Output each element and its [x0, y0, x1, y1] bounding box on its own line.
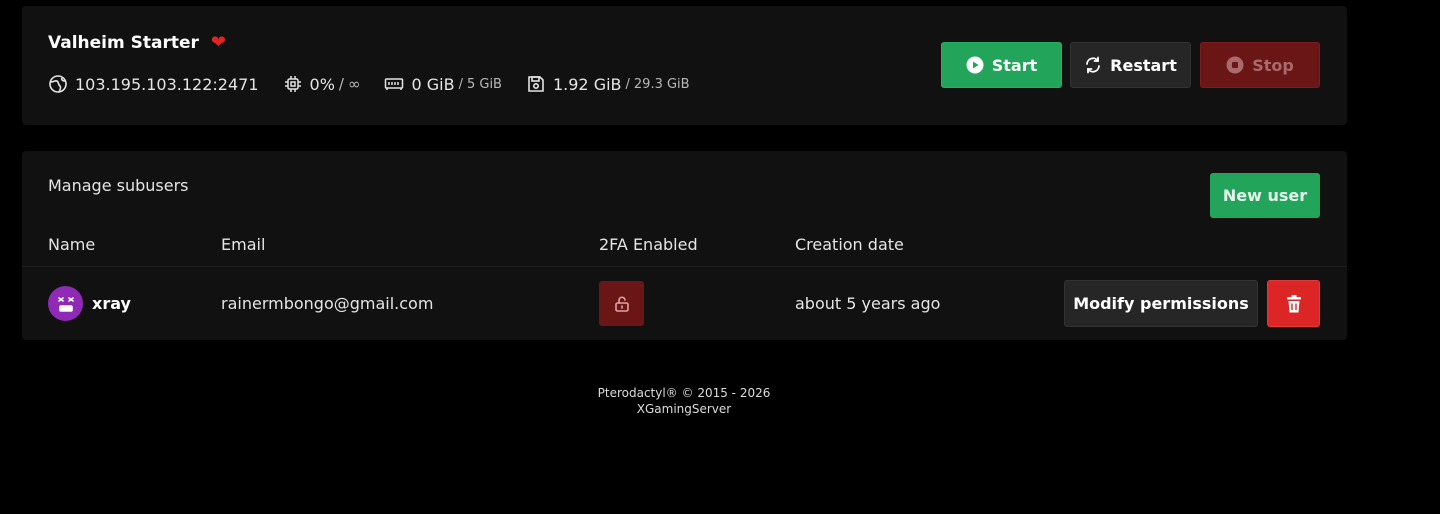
restart-button[interactable]: Restart [1070, 42, 1191, 88]
modify-permissions-label: Modify permissions [1073, 294, 1249, 313]
floppy-disk-icon [528, 76, 544, 92]
globe-icon [49, 75, 67, 93]
disk-used: 1.92 GiB [552, 74, 622, 94]
server-name: Valheim Starter [48, 33, 199, 53]
stop-label: Stop [1252, 55, 1294, 75]
disk-limit: 29.3 GiB [633, 76, 690, 92]
column-header-creation-date: Creation date [795, 235, 904, 254]
subusers-card: Manage subusers New user Name Email 2FA … [22, 151, 1347, 340]
memory-stat: 0 GiB / 5 GiB [384, 74, 502, 94]
stop-button[interactable]: Stop [1200, 42, 1320, 88]
memory-icon [385, 78, 404, 90]
start-label: Start [991, 55, 1038, 75]
cpu-used: 0% [309, 74, 335, 94]
subuser-email: rainermbongo@gmail.com [221, 294, 434, 313]
trash-icon [1286, 294, 1301, 312]
server-name-row: Valheim Starter ❤ [48, 33, 226, 53]
unlock-icon [614, 295, 629, 312]
subuser-creation-date: about 5 years ago [795, 294, 941, 313]
server-stats: 103.195.103.122:2471 0% / ∞ 0 GiB / 5 Gi… [48, 74, 714, 94]
restart-label: Restart [1110, 55, 1177, 75]
memory-separator: / [458, 76, 463, 92]
start-button[interactable]: Start [941, 42, 1062, 88]
delete-user-button[interactable] [1267, 280, 1320, 327]
avatar [48, 286, 83, 321]
avatar-face-icon [57, 296, 74, 312]
new-user-label: New user [1222, 186, 1308, 205]
cpu-separator: / [338, 75, 344, 93]
footer-host-name: XGamingServer [636, 402, 732, 416]
address-stat: 103.195.103.122:2471 [48, 74, 259, 94]
column-header-email: Email [221, 235, 266, 254]
memory-limit: 5 GiB [466, 76, 502, 92]
footer-copyright: Pterodactyl® © 2015 - 2026 [597, 386, 771, 400]
memory-used: 0 GiB [411, 74, 455, 94]
server-address: 103.195.103.122:2471 [75, 74, 259, 94]
column-header-2fa: 2FA Enabled [599, 235, 698, 254]
modify-permissions-button[interactable]: Modify permissions [1064, 280, 1258, 327]
play-circle-icon [966, 56, 984, 74]
cpu-limit: ∞ [347, 75, 361, 93]
column-header-name: Name [48, 235, 96, 254]
header-divider [22, 266, 1347, 267]
two-factor-status [599, 281, 644, 326]
cpu-icon [284, 76, 301, 92]
server-card: Valheim Starter ❤ 103.195.103.122:2471 0… [22, 6, 1347, 125]
stop-circle-icon [1226, 56, 1244, 74]
heart-icon[interactable]: ❤ [211, 34, 226, 52]
disk-separator: / [625, 76, 630, 92]
section-title: Manage subusers [48, 176, 189, 195]
new-user-button[interactable]: New user [1210, 173, 1320, 218]
cpu-stat: 0% / ∞ [283, 74, 361, 94]
disk-stat: 1.92 GiB / 29.3 GiB [526, 74, 690, 94]
refresh-icon [1086, 56, 1101, 74]
subuser-name: xray [92, 294, 131, 313]
footer: Pterodactyl® © 2015 - 2026 XGamingServer [0, 385, 1368, 417]
